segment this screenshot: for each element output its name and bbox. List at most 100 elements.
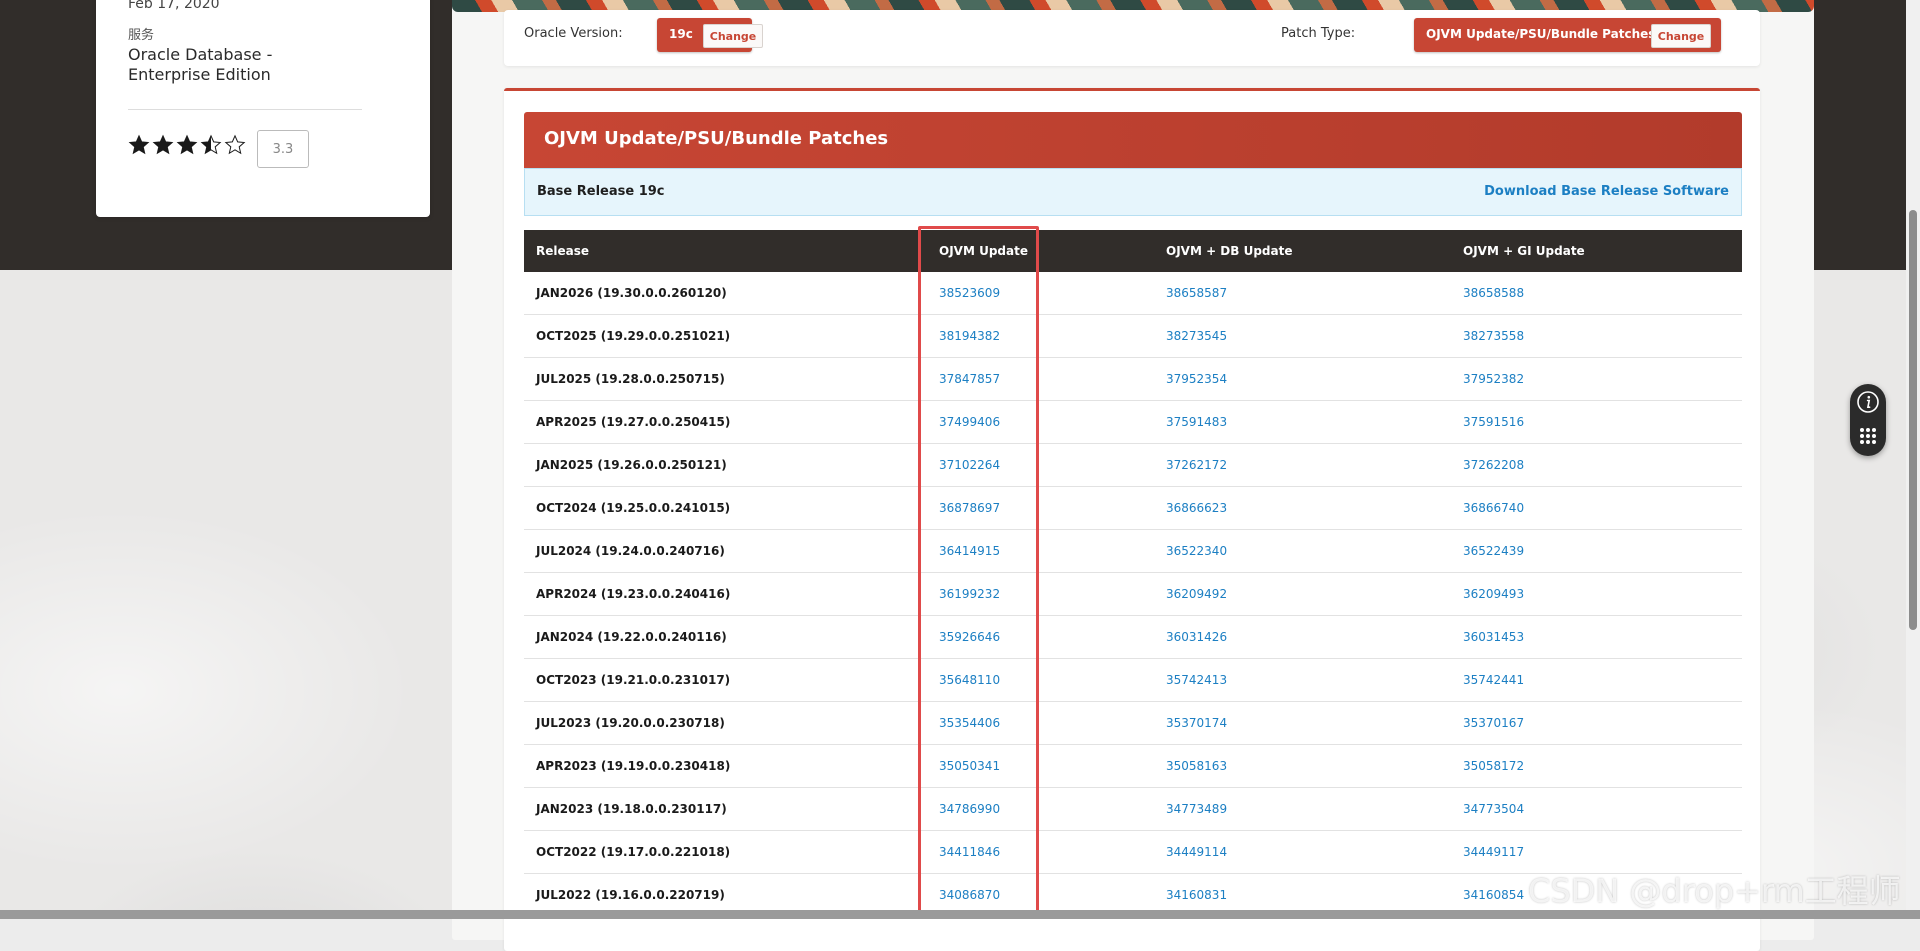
patch-cell: 38273545 xyxy=(1154,314,1451,358)
table-row: JAN2026 (19.30.0.0.260120) 38523609 386585… xyxy=(524,272,1742,315)
patch-cell: 36414915 xyxy=(927,529,1154,573)
ojvm-gi-update-link[interactable]: 38273558 xyxy=(1463,329,1524,343)
ojvm-db-update-link[interactable]: 36866623 xyxy=(1166,501,1227,515)
ojvm-db-update-link[interactable]: 36031426 xyxy=(1166,630,1227,644)
star-icon[interactable] xyxy=(224,134,246,156)
patch-cell: 36866623 xyxy=(1154,486,1451,530)
star-icon[interactable] xyxy=(200,134,222,156)
ojvm-gi-update-link[interactable]: 35742441 xyxy=(1463,673,1524,687)
document-info-card: Feb 17, 2020 服务 Oracle Database - Enterp… xyxy=(96,0,430,217)
ojvm-update-link[interactable]: 38194382 xyxy=(939,329,1000,343)
patch-cell: 37847857 xyxy=(927,357,1154,401)
patch-cell: 34411846 xyxy=(927,830,1154,874)
release-cell: OCT2023 (19.21.0.0.231017) xyxy=(524,658,927,702)
ojvm-update-link[interactable]: 38523609 xyxy=(939,286,1000,300)
table-header-row: Release OJVM Update OJVM + DB Update OJV… xyxy=(524,230,1742,272)
ojvm-gi-update-link[interactable]: 36866740 xyxy=(1463,501,1524,515)
patch-cell: 35742441 xyxy=(1451,658,1742,702)
ojvm-update-link[interactable]: 37847857 xyxy=(939,372,1000,386)
ojvm-db-update-link[interactable]: 34449114 xyxy=(1166,845,1227,859)
release-cell: OCT2022 (19.17.0.0.221018) xyxy=(524,830,927,874)
rating-stars[interactable] xyxy=(128,134,248,156)
ojvm-gi-update-link[interactable]: 34160854 xyxy=(1463,888,1524,902)
patch-cell: 38658588 xyxy=(1451,272,1742,315)
ojvm-update-link[interactable]: 37102264 xyxy=(939,458,1000,472)
ojvm-update-link[interactable]: 34786990 xyxy=(939,802,1000,816)
column-header-ojvm-update: OJVM Update xyxy=(927,230,1154,272)
patch-cell: 37262208 xyxy=(1451,443,1742,487)
watermark: CSDN @drop+rm工程师 xyxy=(1528,872,1901,910)
section-title-bar: OJVM Update/PSU/Bundle Patches xyxy=(524,112,1742,168)
ojvm-db-update-link[interactable]: 35058163 xyxy=(1166,759,1227,773)
release-cell: OCT2025 (19.29.0.0.251021) xyxy=(524,314,927,358)
ojvm-db-update-link[interactable]: 37591483 xyxy=(1166,415,1227,429)
release-cell: OCT2024 (19.25.0.0.241015) xyxy=(524,486,927,530)
change-patch-type-button[interactable]: Change xyxy=(1651,24,1711,48)
patch-cell: 36209493 xyxy=(1451,572,1742,616)
oracle-version-label: Oracle Version: xyxy=(524,26,623,41)
patch-cell: 35648110 xyxy=(927,658,1154,702)
change-version-button[interactable]: Change xyxy=(703,24,763,48)
release-cell: JAN2026 (19.30.0.0.260120) xyxy=(524,272,927,315)
patch-cell: 38523609 xyxy=(927,272,1154,315)
ojvm-gi-update-link[interactable]: 36522439 xyxy=(1463,544,1524,558)
ojvm-update-link[interactable]: 36414915 xyxy=(939,544,1000,558)
patch-cell: 34773489 xyxy=(1154,787,1451,831)
ojvm-gi-update-link[interactable]: 37952382 xyxy=(1463,372,1524,386)
ojvm-db-update-link[interactable]: 36522340 xyxy=(1166,544,1227,558)
patch-cell: 34449114 xyxy=(1154,830,1451,874)
ojvm-update-link[interactable]: 36199232 xyxy=(939,587,1000,601)
ojvm-update-link[interactable]: 35050341 xyxy=(939,759,1000,773)
table-row: JUL2025 (19.28.0.0.250715) 37847857 379523… xyxy=(524,357,1742,401)
patch-cell: 36522439 xyxy=(1451,529,1742,573)
ojvm-db-update-link[interactable]: 37952354 xyxy=(1166,372,1227,386)
base-release-label: Base Release 19c xyxy=(537,184,665,199)
ojvm-update-link[interactable]: 34411846 xyxy=(939,845,1000,859)
ojvm-update-link[interactable]: 37499406 xyxy=(939,415,1000,429)
star-icon[interactable] xyxy=(152,134,174,156)
scrollbar-thumb[interactable] xyxy=(1909,210,1917,630)
star-icon[interactable] xyxy=(128,134,150,156)
ojvm-update-link[interactable]: 35648110 xyxy=(939,673,1000,687)
ojvm-gi-update-link[interactable]: 35370167 xyxy=(1463,716,1524,730)
ojvm-db-update-link[interactable]: 37262172 xyxy=(1166,458,1227,472)
patch-type-pill: OJVM Update/PSU/Bundle Patches Change xyxy=(1414,18,1721,52)
ojvm-gi-update-link[interactable]: 36031453 xyxy=(1463,630,1524,644)
card-divider xyxy=(128,109,362,110)
ojvm-gi-update-link[interactable]: 37591516 xyxy=(1463,415,1524,429)
vertical-scrollbar[interactable] xyxy=(1906,0,1920,919)
column-header-release: Release xyxy=(524,230,927,272)
release-cell: JAN2023 (19.18.0.0.230117) xyxy=(524,787,927,831)
ojvm-update-link[interactable]: 35354406 xyxy=(939,716,1000,730)
ojvm-gi-update-link[interactable]: 34449117 xyxy=(1463,845,1524,859)
ojvm-update-link[interactable]: 34086870 xyxy=(939,888,1000,902)
star-icon[interactable] xyxy=(176,134,198,156)
patch-cell: 35742413 xyxy=(1154,658,1451,702)
ojvm-update-link[interactable]: 35926646 xyxy=(939,630,1000,644)
ojvm-gi-update-link[interactable]: 35058172 xyxy=(1463,759,1524,773)
ojvm-gi-update-link[interactable]: 37262208 xyxy=(1463,458,1524,472)
table-row: JUL2024 (19.24.0.0.240716) 36414915 365223… xyxy=(524,529,1742,573)
ojvm-gi-update-link[interactable]: 34773504 xyxy=(1463,802,1524,816)
ojvm-update-link[interactable]: 36878697 xyxy=(939,501,1000,515)
patch-cell: 36199232 xyxy=(927,572,1154,616)
ojvm-db-update-link[interactable]: 38273545 xyxy=(1166,329,1227,343)
info-icon[interactable] xyxy=(1856,390,1880,414)
ojvm-db-update-link[interactable]: 36209492 xyxy=(1166,587,1227,601)
table-row: OCT2023 (19.21.0.0.231017) 35648110 357424… xyxy=(524,658,1742,702)
rating-value-box: 3.3 xyxy=(257,130,309,168)
patch-table: Release OJVM Update OJVM + DB Update OJV… xyxy=(524,230,1742,917)
ojvm-db-update-link[interactable]: 38658587 xyxy=(1166,286,1227,300)
ojvm-db-update-link[interactable]: 35370174 xyxy=(1166,716,1227,730)
release-cell: JUL2023 (19.20.0.0.230718) xyxy=(524,701,927,745)
release-cell: JAN2025 (19.26.0.0.250121) xyxy=(524,443,927,487)
ojvm-gi-update-link[interactable]: 36209493 xyxy=(1463,587,1524,601)
patch-cell: 35058172 xyxy=(1451,744,1742,788)
ojvm-db-update-link[interactable]: 34160831 xyxy=(1166,888,1227,902)
ojvm-gi-update-link[interactable]: 38658588 xyxy=(1463,286,1524,300)
download-base-release-link[interactable]: Download Base Release Software xyxy=(1484,184,1729,199)
grid-menu-icon[interactable] xyxy=(1856,424,1880,448)
ojvm-db-update-link[interactable]: 35742413 xyxy=(1166,673,1227,687)
table-row: OCT2024 (19.25.0.0.241015) 36878697 368666… xyxy=(524,486,1742,530)
ojvm-db-update-link[interactable]: 34773489 xyxy=(1166,802,1227,816)
